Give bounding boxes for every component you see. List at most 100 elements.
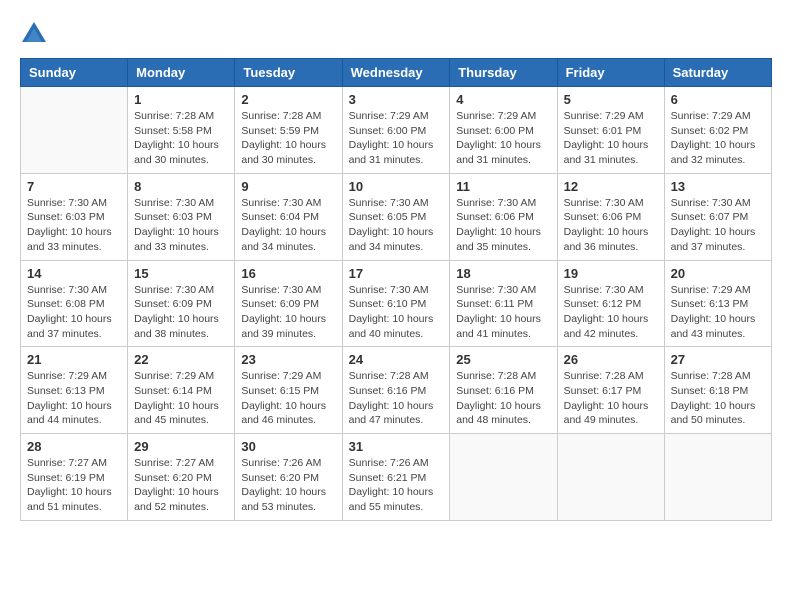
day-info: Sunrise: 7:26 AM Sunset: 6:20 PM Dayligh… [241,456,335,515]
day-number: 31 [349,439,444,454]
day-number: 14 [27,266,121,281]
day-info: Sunrise: 7:27 AM Sunset: 6:20 PM Dayligh… [134,456,228,515]
day-number: 6 [671,92,765,107]
day-info: Sunrise: 7:28 AM Sunset: 6:17 PM Dayligh… [564,369,658,428]
day-number: 3 [349,92,444,107]
calendar-cell: 1 Sunrise: 7:28 AM Sunset: 5:58 PM Daylig… [128,87,235,174]
day-info: Sunrise: 7:29 AM Sunset: 6:13 PM Dayligh… [27,369,121,428]
day-number: 10 [349,179,444,194]
calendar-cell: 30 Sunrise: 7:26 AM Sunset: 6:20 PM Dayli… [235,434,342,521]
day-number: 8 [134,179,228,194]
day-info: Sunrise: 7:29 AM Sunset: 6:13 PM Dayligh… [671,283,765,342]
day-info: Sunrise: 7:30 AM Sunset: 6:06 PM Dayligh… [456,196,550,255]
calendar-week-4: 21 Sunrise: 7:29 AM Sunset: 6:13 PM Dayli… [21,347,772,434]
calendar-cell: 27Sunrise: 7:28 AM Sunset: 6:18 PM Dayli… [664,347,771,434]
header-saturday: Saturday [664,59,771,87]
calendar-cell: 22 Sunrise: 7:29 AM Sunset: 6:14 PM Dayli… [128,347,235,434]
day-info: Sunrise: 7:30 AM Sunset: 6:05 PM Dayligh… [349,196,444,255]
day-number: 15 [134,266,228,281]
calendar-header-row: SundayMondayTuesdayWednesdayThursdayFrid… [21,59,772,87]
day-number: 27 [671,352,765,367]
day-number: 7 [27,179,121,194]
day-number: 22 [134,352,228,367]
day-info: Sunrise: 7:26 AM Sunset: 6:21 PM Dayligh… [349,456,444,515]
calendar-cell: 26 Sunrise: 7:28 AM Sunset: 6:17 PM Dayli… [557,347,664,434]
calendar-cell: 11 Sunrise: 7:30 AM Sunset: 6:06 PM Dayli… [450,173,557,260]
day-info: Sunrise: 7:29 AM Sunset: 6:00 PM Dayligh… [349,109,444,168]
day-number: 24 [349,352,444,367]
day-info: Sunrise: 7:28 AM Sunset: 6:16 PM Dayligh… [349,369,444,428]
day-number: 29 [134,439,228,454]
day-number: 13 [671,179,765,194]
day-info: Sunrise: 7:30 AM Sunset: 6:03 PM Dayligh… [27,196,121,255]
header-thursday: Thursday [450,59,557,87]
day-number: 28 [27,439,121,454]
day-info: Sunrise: 7:30 AM Sunset: 6:06 PM Dayligh… [564,196,658,255]
day-number: 26 [564,352,658,367]
calendar-week-5: 28 Sunrise: 7:27 AM Sunset: 6:19 PM Dayli… [21,434,772,521]
calendar-cell: 2 Sunrise: 7:28 AM Sunset: 5:59 PM Daylig… [235,87,342,174]
calendar-cell: 4 Sunrise: 7:29 AM Sunset: 6:00 PM Daylig… [450,87,557,174]
calendar-cell: 8 Sunrise: 7:30 AM Sunset: 6:03 PM Daylig… [128,173,235,260]
day-info: Sunrise: 7:29 AM Sunset: 6:00 PM Dayligh… [456,109,550,168]
calendar-week-3: 14 Sunrise: 7:30 AM Sunset: 6:08 PM Dayli… [21,260,772,347]
calendar-cell: 6 Sunrise: 7:29 AM Sunset: 6:02 PM Daylig… [664,87,771,174]
calendar-cell: 31 Sunrise: 7:26 AM Sunset: 6:21 PM Dayli… [342,434,450,521]
day-info: Sunrise: 7:30 AM Sunset: 6:04 PM Dayligh… [241,196,335,255]
day-number: 30 [241,439,335,454]
day-number: 5 [564,92,658,107]
day-info: Sunrise: 7:29 AM Sunset: 6:02 PM Dayligh… [671,109,765,168]
calendar-cell: 23Sunrise: 7:29 AM Sunset: 6:15 PM Dayli… [235,347,342,434]
calendar-cell: 18 Sunrise: 7:30 AM Sunset: 6:11 PM Dayli… [450,260,557,347]
calendar-cell [21,87,128,174]
day-info: Sunrise: 7:30 AM Sunset: 6:08 PM Dayligh… [27,283,121,342]
day-info: Sunrise: 7:30 AM Sunset: 6:12 PM Dayligh… [564,283,658,342]
page-header [20,20,772,48]
day-info: Sunrise: 7:30 AM Sunset: 6:09 PM Dayligh… [134,283,228,342]
calendar-table: SundayMondayTuesdayWednesdayThursdayFrid… [20,58,772,521]
day-info: Sunrise: 7:30 AM Sunset: 6:03 PM Dayligh… [134,196,228,255]
calendar-cell: 12 Sunrise: 7:30 AM Sunset: 6:06 PM Dayli… [557,173,664,260]
header-friday: Friday [557,59,664,87]
calendar-cell: 7 Sunrise: 7:30 AM Sunset: 6:03 PM Daylig… [21,173,128,260]
day-info: Sunrise: 7:30 AM Sunset: 6:09 PM Dayligh… [241,283,335,342]
day-number: 25 [456,352,550,367]
calendar-cell: 16 Sunrise: 7:30 AM Sunset: 6:09 PM Dayli… [235,260,342,347]
calendar-cell: 14 Sunrise: 7:30 AM Sunset: 6:08 PM Dayli… [21,260,128,347]
calendar-week-2: 7 Sunrise: 7:30 AM Sunset: 6:03 PM Daylig… [21,173,772,260]
day-info: Sunrise: 7:29 AM Sunset: 6:01 PM Dayligh… [564,109,658,168]
day-info: Sunrise: 7:29 AM Sunset: 6:14 PM Dayligh… [134,369,228,428]
day-info: Sunrise: 7:27 AM Sunset: 6:19 PM Dayligh… [27,456,121,515]
calendar-cell: 3 Sunrise: 7:29 AM Sunset: 6:00 PM Daylig… [342,87,450,174]
calendar-cell: 21 Sunrise: 7:29 AM Sunset: 6:13 PM Dayli… [21,347,128,434]
day-number: 21 [27,352,121,367]
day-info: Sunrise: 7:30 AM Sunset: 6:07 PM Dayligh… [671,196,765,255]
day-number: 11 [456,179,550,194]
calendar-cell: 20Sunrise: 7:29 AM Sunset: 6:13 PM Dayli… [664,260,771,347]
header-monday: Monday [128,59,235,87]
calendar-cell: 29 Sunrise: 7:27 AM Sunset: 6:20 PM Dayli… [128,434,235,521]
day-info: Sunrise: 7:30 AM Sunset: 6:11 PM Dayligh… [456,283,550,342]
day-info: Sunrise: 7:28 AM Sunset: 5:58 PM Dayligh… [134,109,228,168]
day-number: 9 [241,179,335,194]
calendar-cell: 24 Sunrise: 7:28 AM Sunset: 6:16 PM Dayli… [342,347,450,434]
day-number: 18 [456,266,550,281]
day-number: 17 [349,266,444,281]
calendar-cell: 10 Sunrise: 7:30 AM Sunset: 6:05 PM Dayli… [342,173,450,260]
calendar-cell: 19 Sunrise: 7:30 AM Sunset: 6:12 PM Dayli… [557,260,664,347]
day-number: 4 [456,92,550,107]
day-number: 19 [564,266,658,281]
day-number: 12 [564,179,658,194]
day-number: 16 [241,266,335,281]
calendar-cell: 15 Sunrise: 7:30 AM Sunset: 6:09 PM Dayli… [128,260,235,347]
header-wednesday: Wednesday [342,59,450,87]
day-info: Sunrise: 7:28 AM Sunset: 5:59 PM Dayligh… [241,109,335,168]
day-number: 2 [241,92,335,107]
header-sunday: Sunday [21,59,128,87]
day-info: Sunrise: 7:28 AM Sunset: 6:16 PM Dayligh… [456,369,550,428]
day-info: Sunrise: 7:29 AM Sunset: 6:15 PM Dayligh… [241,369,335,428]
logo-icon [20,20,48,48]
day-info: Sunrise: 7:30 AM Sunset: 6:10 PM Dayligh… [349,283,444,342]
day-number: 1 [134,92,228,107]
calendar-week-1: 1 Sunrise: 7:28 AM Sunset: 5:58 PM Daylig… [21,87,772,174]
